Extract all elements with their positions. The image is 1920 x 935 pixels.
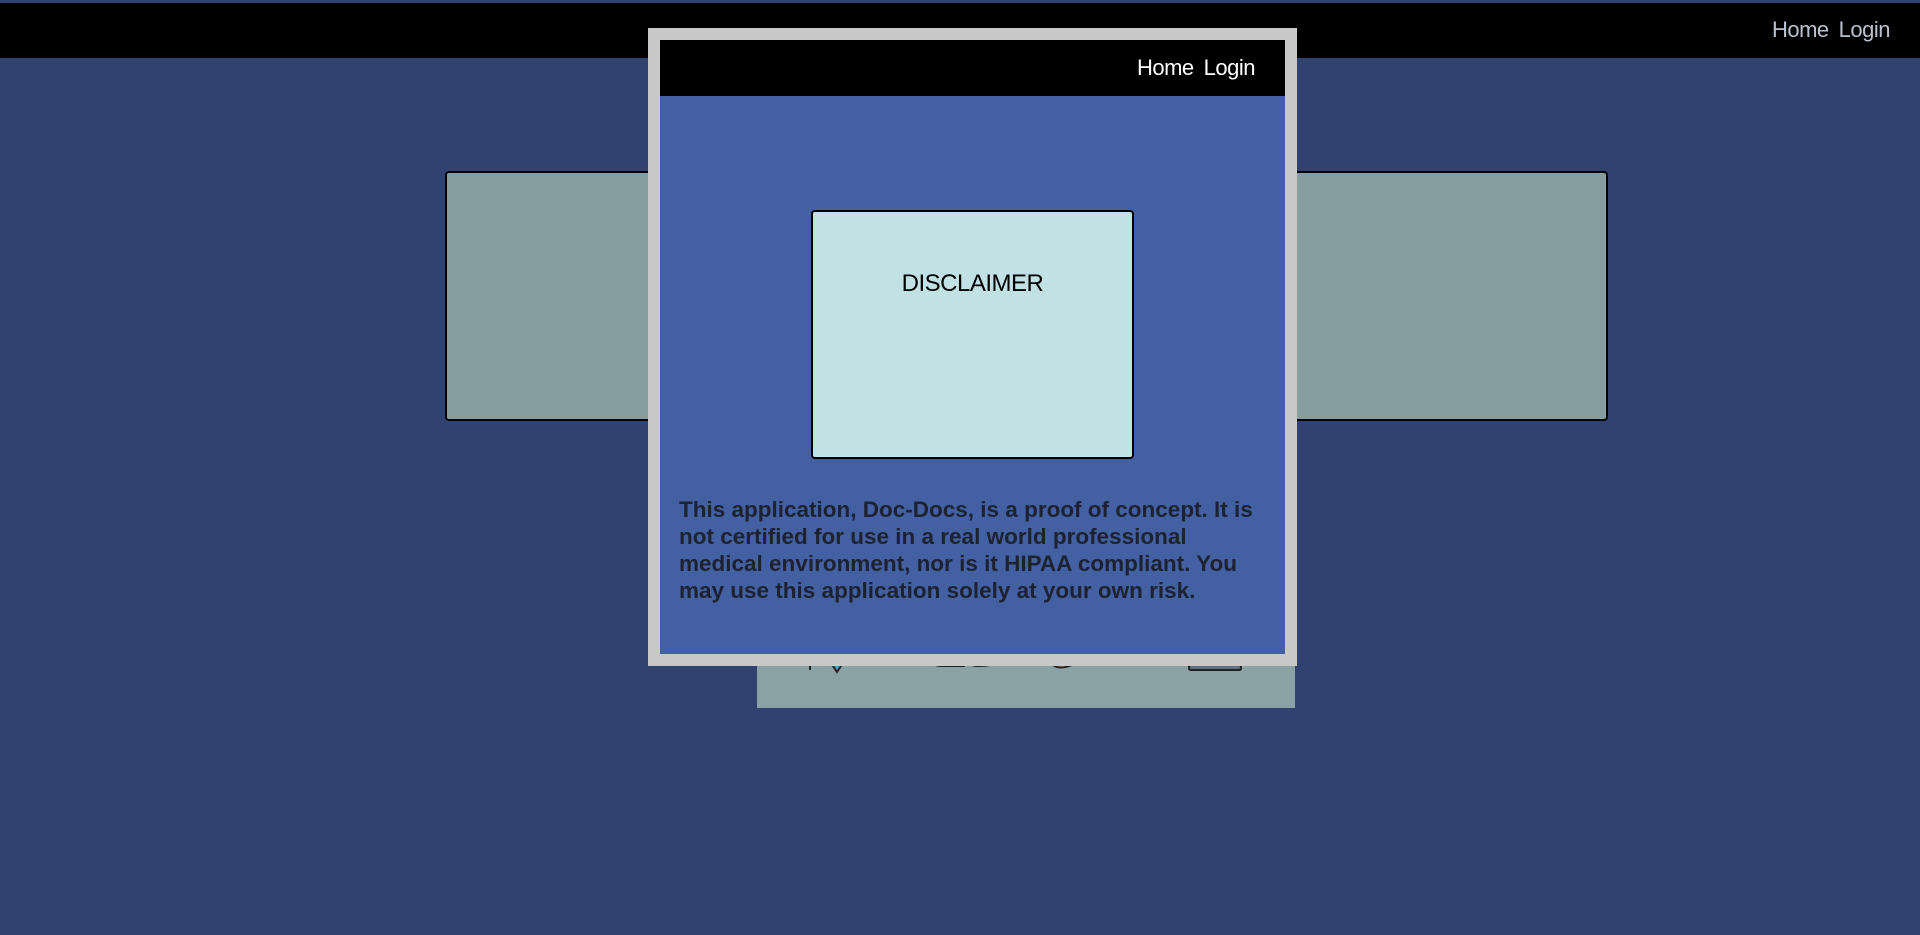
disclaimer-title: DISCLAIMER [901,270,1044,297]
nav-login-link[interactable]: Login [1839,17,1891,43]
top-nav-links: Home Login [1772,17,1891,43]
disclaimer-card: DISCLAIMER [811,210,1134,459]
disclaimer-modal: Home Login DISCLAIMER This application, … [648,28,1297,666]
modal-navbar: Home Login [660,40,1285,96]
nav-home-link[interactable]: Home [1772,17,1829,43]
disclaimer-text: This application, Doc-Docs, is a proof o… [679,497,1253,603]
modal-nav-home-link[interactable]: Home [1137,55,1194,81]
modal-nav-links: Home Login [1137,55,1256,81]
modal-nav-login-link[interactable]: Login [1204,55,1256,81]
modal-content: Home Login DISCLAIMER This application, … [660,40,1285,654]
